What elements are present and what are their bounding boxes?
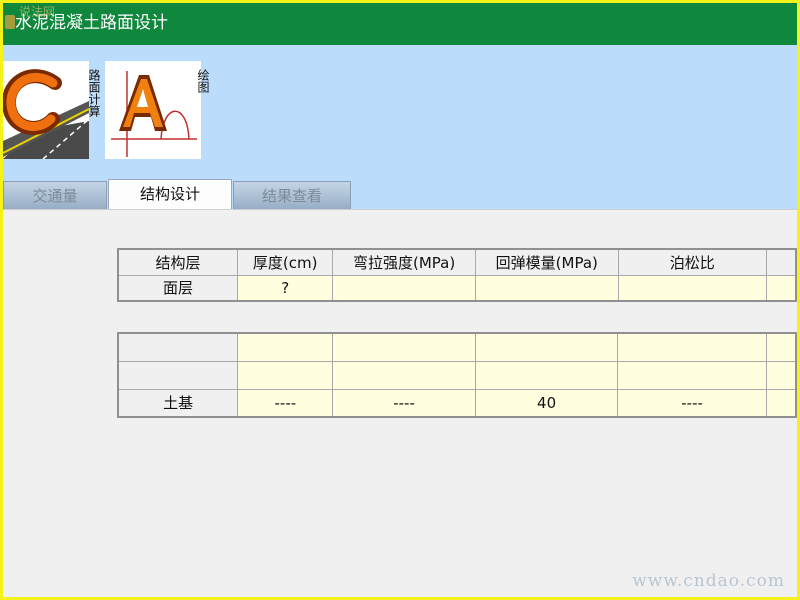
header-extra [765, 248, 797, 276]
row-label [117, 332, 239, 362]
app-window: 水泥混凝土路面设计 路面计算 绘图 交通量 结构设计 结果查看 结构层 厚度(c… [0, 0, 800, 600]
flexural-strength-input[interactable] [332, 274, 476, 302]
table-row [117, 332, 797, 362]
table-cell[interactable] [332, 332, 476, 362]
header-flexural-strength: 弯拉强度(MPa) [332, 248, 476, 276]
base-layers-table: 土基 ---- ---- 40 ---- [117, 332, 797, 418]
surface-layer-table: 结构层 厚度(cm) 弯拉强度(MPa) 回弹模量(MPa) 泊松比 面层 ? [117, 248, 797, 302]
table-cell[interactable] [765, 360, 797, 390]
row-label-subgrade: 土基 [117, 388, 239, 418]
tab-structure-design[interactable]: 结构设计 [108, 179, 232, 210]
tab-strip: 交通量 结构设计 结果查看 [3, 179, 797, 210]
table-cell[interactable] [237, 332, 334, 362]
drawing-label: 绘图 [196, 69, 210, 93]
table-row: 土基 ---- ---- 40 ---- [117, 388, 797, 418]
title-bar: 水泥混凝土路面设计 [3, 3, 797, 45]
row-label-surface: 面层 [117, 274, 239, 302]
app-icon [5, 15, 15, 29]
road-calc-label: 路面计算 [87, 69, 101, 117]
table-row [117, 360, 797, 390]
table-cell[interactable] [765, 388, 797, 418]
road-calc-logo-icon [3, 61, 89, 159]
header-poisson-ratio: 泊松比 [617, 248, 767, 276]
autocad-drawing-logo-icon [105, 61, 201, 159]
table-cell[interactable] [474, 360, 619, 390]
resilient-modulus-input[interactable] [474, 274, 619, 302]
table-cell[interactable] [237, 360, 334, 390]
table-cell[interactable] [617, 332, 767, 362]
header-thickness: 厚度(cm) [237, 248, 334, 276]
subgrade-flexural-strength-cell[interactable]: ---- [332, 388, 476, 418]
tab-traffic[interactable]: 交通量 [3, 181, 107, 209]
subgrade-resilient-modulus-cell[interactable]: 40 [474, 388, 619, 418]
watermark: www.cndao.com [632, 571, 785, 591]
table-cell[interactable] [617, 360, 767, 390]
subgrade-thickness-cell[interactable]: ---- [237, 388, 334, 418]
table-cell[interactable] [474, 332, 619, 362]
drawing-button[interactable]: 绘图 [105, 61, 211, 159]
table-row: 面层 ? [117, 274, 797, 302]
structure-design-panel: 结构层 厚度(cm) 弯拉强度(MPa) 回弹模量(MPa) 泊松比 面层 ? [3, 209, 797, 597]
extra-input[interactable] [765, 274, 797, 302]
road-calc-button[interactable]: 路面计算 [3, 61, 103, 159]
tab-results[interactable]: 结果查看 [233, 181, 351, 209]
table-cell[interactable] [765, 332, 797, 362]
subgrade-poisson-ratio-cell[interactable]: ---- [617, 388, 767, 418]
row-label [117, 360, 239, 390]
header-resilient-modulus: 回弹模量(MPa) [474, 248, 619, 276]
table-cell[interactable] [332, 360, 476, 390]
corner-watermark: 说法网 [19, 5, 56, 19]
table-header-row: 结构层 厚度(cm) 弯拉强度(MPa) 回弹模量(MPa) 泊松比 [117, 248, 797, 276]
header-layer: 结构层 [117, 248, 239, 276]
ribbon-toolbar: 路面计算 绘图 [3, 45, 797, 179]
thickness-input[interactable]: ? [237, 274, 334, 302]
poisson-ratio-input[interactable] [617, 274, 767, 302]
